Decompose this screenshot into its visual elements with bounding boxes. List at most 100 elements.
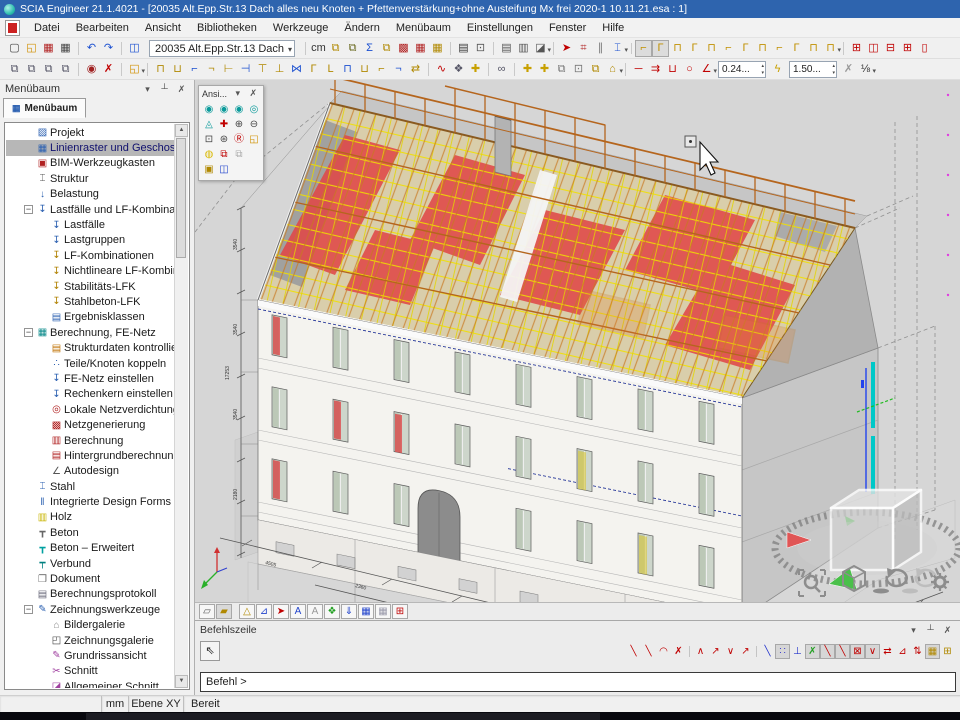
parallel-lines[interactable]: ⇉	[647, 61, 664, 78]
member-labels[interactable]: A	[307, 604, 323, 619]
tree-belastung[interactable]: ↓ Belastung	[6, 187, 174, 202]
member-tool-2[interactable]: Γ	[652, 40, 669, 57]
menu-datei[interactable]: Datei	[26, 20, 68, 36]
member-edit-9[interactable]: ⋈	[288, 61, 305, 78]
image-capture[interactable]: ⧉	[217, 148, 231, 162]
view-x[interactable]: ◉	[202, 103, 216, 117]
table-input[interactable]: ▦	[429, 40, 446, 57]
member-tool-3[interactable]: ⊓	[669, 40, 686, 57]
rendered-mode[interactable]: ▰	[216, 604, 232, 619]
member-tool-6[interactable]: ⌐	[720, 40, 737, 57]
snap-swap[interactable]: ⇅	[910, 644, 925, 659]
mesh-table[interactable]: ▩	[395, 40, 412, 57]
snap-midpoint[interactable]: ╲	[835, 644, 850, 659]
snap-point[interactable]: ↗	[708, 644, 723, 659]
member-edit-3[interactable]: ⌐	[186, 61, 203, 78]
render-settings-alt[interactable]: ▦	[375, 604, 391, 619]
member-tool-1[interactable]: ⌐	[635, 40, 652, 57]
tree-berechnung[interactable]: ▥ Berechnung	[6, 433, 174, 448]
zoom-out[interactable]: ⊖	[247, 118, 261, 132]
tree-stahl[interactable]: ⌶ Stahl	[6, 479, 174, 494]
member-tool-5[interactable]: ⊓	[703, 40, 720, 57]
open-folder[interactable]: ◱	[126, 61, 143, 78]
open-project[interactable]: ◱	[23, 40, 40, 57]
line-tool[interactable]: ─	[630, 61, 647, 78]
zoom-in[interactable]: ⊕	[232, 118, 246, 132]
menu-hilfe[interactable]: Hilfe	[594, 20, 632, 36]
tree-beton[interactable]: ┳ Beton	[6, 525, 174, 540]
view-settings-gear-icon[interactable]	[931, 573, 949, 591]
zoom-table[interactable]: ⌗	[575, 40, 592, 57]
tree-scrollbar[interactable]: ▲ ▼	[174, 124, 188, 688]
tree-projekt[interactable]: ▨ Projekt	[6, 125, 174, 140]
load-display[interactable]: ⇓	[341, 604, 357, 619]
tree-netzgenerierung[interactable]: ▩ Netzgenerierung	[6, 417, 174, 432]
select-pointer-button[interactable]: ⇖	[200, 641, 220, 661]
snap-vector[interactable]: ↗	[738, 644, 753, 659]
member-tool-9[interactable]: ⌐	[771, 40, 788, 57]
mesh-display[interactable]: ❖	[324, 604, 340, 619]
raster-display[interactable]: ⊞	[392, 604, 408, 619]
tree-lf-kombinationen[interactable]: ↧ LF-Kombinationen	[6, 248, 174, 263]
menu-einstellungen[interactable]: Einstellungen	[459, 20, 541, 36]
snap-off[interactable]: ✗	[671, 644, 686, 659]
member-edit-13[interactable]: ⊔	[356, 61, 373, 78]
cmd-pin-icon[interactable]: ┬	[923, 625, 938, 635]
clipboard-view[interactable]: ▣	[202, 163, 216, 177]
copy-attributes[interactable]: ⧉	[378, 40, 395, 57]
tree-linienraster[interactable]: ▦ Linienraster und Geschosse	[6, 140, 174, 155]
member-edit-2[interactable]: ⊔	[169, 61, 186, 78]
save[interactable]: ▦	[40, 40, 57, 57]
tree-struktur[interactable]: ⌶ Struktur	[6, 171, 174, 186]
clipboard-3[interactable]: ⧉	[553, 61, 570, 78]
tree-lastfaelle-lfk[interactable]: − ↧ Lastfälle und LF-Kombinationen	[6, 202, 174, 217]
snap-raster[interactable]: ⊞	[940, 644, 955, 659]
menu-fenster[interactable]: Fenster	[541, 20, 594, 36]
tree-zeichnungswerkzeuge[interactable]: − ✎ Zeichnungswerkzeuge	[6, 602, 174, 617]
connection-3[interactable]: ⊟	[882, 40, 899, 57]
member-edit-10[interactable]: Γ	[305, 61, 322, 78]
clipboard-6[interactable]: ⌂	[604, 61, 621, 78]
tree-verbund[interactable]: ┯ Verbund	[6, 556, 174, 571]
layer-manager[interactable]: ⧉	[344, 40, 361, 57]
tree-autodesign[interactable]: ∠ Autodesign	[6, 464, 174, 479]
snap-triangle[interactable]: ⊿	[895, 644, 910, 659]
member-tool-12[interactable]: ⊓	[822, 40, 839, 57]
tree-lokale-netzverdichtung[interactable]: ◎ Lokale Netzverdichtung	[6, 402, 174, 417]
tree-teile-knoten[interactable]: ∴ Teile/Knoten koppeln	[6, 356, 174, 371]
snap-node[interactable]: ∨	[865, 644, 880, 659]
redo[interactable]: ↷	[100, 40, 117, 57]
view-y[interactable]: ◉	[217, 103, 231, 117]
tree-rechenkern[interactable]: ↧ Rechenkern einstellen	[6, 387, 174, 402]
member-edit-15[interactable]: ¬	[390, 61, 407, 78]
tree-fe-netz-einstellen[interactable]: ↧ FE-Netz einstellen	[6, 371, 174, 386]
view-angle[interactable]: ◬	[202, 118, 216, 132]
viewport-2[interactable]: ⧉	[23, 61, 40, 78]
expand-toggle[interactable]: −	[22, 605, 35, 614]
member-tool-4[interactable]: Γ	[686, 40, 703, 57]
expand-box[interactable]: −	[24, 205, 33, 214]
tree-strukturdaten[interactable]: ▤ Strukturdaten kontrollieren	[6, 340, 174, 355]
member-edit-5[interactable]: ⊢	[220, 61, 237, 78]
scale-spinner-1[interactable]: 0.24...	[718, 61, 766, 78]
document-1[interactable]: ▤	[498, 40, 515, 57]
render-settings[interactable]: ▦	[358, 604, 374, 619]
tree-lastgruppen[interactable]: ↧ Lastgruppen	[6, 233, 174, 248]
expand-box[interactable]: −	[24, 328, 33, 337]
tree-stabilitaets-lfk[interactable]: ↧ Stabilitäts-LFK	[6, 279, 174, 294]
grab-tool[interactable]: ✚	[467, 61, 484, 78]
blank[interactable]	[247, 148, 261, 162]
undo[interactable]: ↶	[83, 40, 100, 57]
entity-select[interactable]: ❖	[450, 61, 467, 78]
member-edit-7[interactable]: ⊤	[254, 61, 271, 78]
menubaum-panel-header[interactable]: Menübaum ▾ ┬ ✗	[0, 80, 194, 98]
connection-2[interactable]: ◫	[865, 40, 882, 57]
tree-berechnung-fe-netz[interactable]: − ▦ Berechnung, FE-Netz	[6, 325, 174, 340]
snap-grid[interactable]: ∷	[775, 644, 790, 659]
image-capture-alt[interactable]: ⧉	[232, 148, 246, 162]
view-folder[interactable]: ◱	[247, 133, 261, 147]
unit-field[interactable]: mm	[102, 696, 129, 712]
viewport-4[interactable]: ⧉	[57, 61, 74, 78]
clipboard-4[interactable]: ⊡	[570, 61, 587, 78]
member-edit-14[interactable]: ⌐	[373, 61, 390, 78]
